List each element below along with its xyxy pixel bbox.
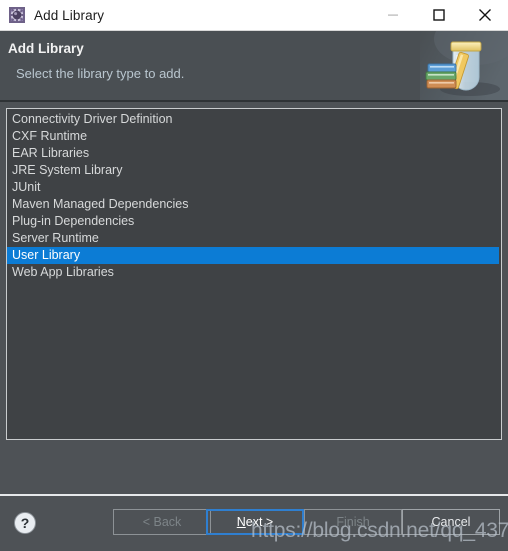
title-bar: Add Library (0, 0, 508, 31)
list-item[interactable]: Connectivity Driver Definition (7, 111, 501, 128)
help-button[interactable]: ? (13, 511, 37, 535)
page-description: Select the library type to add. (16, 66, 185, 81)
finish-button[interactable]: Finish (304, 509, 402, 535)
page-title: Add Library (8, 41, 84, 56)
window-title: Add Library (34, 7, 105, 23)
finish-button-label: Finish (336, 515, 370, 529)
library-gear-icon (8, 6, 26, 24)
next-button[interactable]: Next > (206, 509, 304, 535)
library-type-list-items: Connectivity Driver Definition CXF Runtim… (7, 111, 501, 281)
list-item[interactable]: User Library (7, 247, 499, 264)
back-button-label: < Back (142, 515, 182, 529)
list-item[interactable]: Maven Managed Dependencies (7, 196, 501, 213)
minimize-icon (387, 9, 399, 21)
list-item[interactable]: Server Runtime (7, 230, 501, 247)
list-item[interactable]: Plug-in Dependencies (7, 213, 501, 230)
window-controls (370, 0, 508, 30)
add-library-dialog: Add Library Add Library Select the libra… (0, 0, 508, 551)
list-item[interactable]: JUnit (7, 179, 501, 196)
list-item[interactable]: EAR Libraries (7, 145, 501, 162)
list-item[interactable]: Web App Libraries (7, 264, 501, 281)
list-item[interactable]: CXF Runtime (7, 128, 501, 145)
maximize-button[interactable] (416, 0, 462, 30)
next-button-label: Next > (236, 515, 274, 529)
library-type-list[interactable]: Connectivity Driver Definition CXF Runtim… (6, 108, 502, 440)
maximize-icon (433, 9, 445, 21)
close-icon (478, 8, 492, 22)
help-question-icon: ? (13, 511, 37, 535)
cancel-button[interactable]: Cancel (402, 509, 500, 535)
list-item[interactable]: JRE System Library (7, 162, 501, 179)
dialog-header: Add Library Select the library type to a… (0, 31, 508, 102)
minimize-button[interactable] (370, 0, 416, 30)
close-button[interactable] (462, 0, 508, 30)
back-button[interactable]: < Back (113, 509, 211, 535)
library-jar-books-icon (420, 31, 508, 100)
svg-text:?: ? (21, 515, 30, 531)
cancel-button-label: Cancel (431, 515, 471, 529)
